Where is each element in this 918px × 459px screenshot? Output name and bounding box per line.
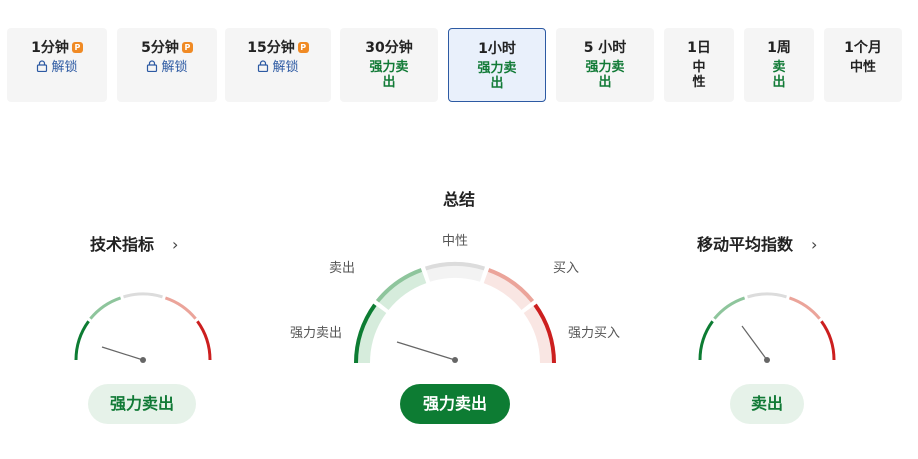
premium-badge-icon: P: [297, 42, 309, 53]
summary-result-badge: 强力卖出: [400, 384, 510, 424]
gauge-label-strong-sell: 强力卖出: [290, 326, 343, 341]
tab-1-month[interactable]: 1个月 中性: [824, 28, 902, 102]
unlock-link[interactable]: 解锁: [161, 60, 187, 75]
gauge-needle: [741, 325, 768, 361]
tab-1-week[interactable]: 1周 卖出: [744, 28, 814, 102]
gauge-segment-strong-buy: [820, 320, 836, 361]
gauge-segment-buy: [788, 296, 821, 320]
tab-status: 卖出: [772, 60, 786, 90]
gauge-segment-neutral: [747, 292, 787, 299]
premium-badge-icon: P: [181, 42, 193, 53]
tab-1-minute[interactable]: 1分钟 P 解锁: [7, 28, 107, 102]
tab-label: 15分钟: [247, 40, 295, 56]
tab-status: 强力卖出: [585, 60, 625, 90]
tab-label: 1周: [767, 40, 791, 56]
tab-30-minutes[interactable]: 30分钟 强力卖出: [340, 28, 438, 102]
tab-label: 30分钟: [365, 40, 413, 56]
lock-icon: [36, 60, 48, 72]
gauge-needle-pivot: [140, 357, 146, 363]
chevron-right-icon: ›: [811, 235, 818, 254]
summary-title: 总结: [442, 190, 475, 209]
tab-label: 1日: [687, 40, 711, 56]
premium-badge-icon: P: [71, 42, 83, 53]
tab-1-hour[interactable]: 1小时 强力卖出: [448, 28, 546, 102]
tab-5-hours[interactable]: 5 小时 强力卖出: [556, 28, 654, 102]
gauge-needle: [396, 341, 456, 361]
lock-icon: [146, 60, 158, 72]
gauge-segment-sell: [713, 296, 746, 320]
technical-indicators-title: 技术指标: [90, 235, 155, 254]
tab-15-minutes[interactable]: 15分钟 P 解锁: [225, 28, 331, 102]
tab-label: 1个月: [844, 40, 882, 56]
technical-result-badge: 强力卖出: [88, 384, 196, 424]
tab-status: 中性: [692, 60, 706, 90]
lock-icon: [257, 60, 269, 72]
gauge-label-neutral: 中性: [441, 234, 468, 249]
tab-label: 1小时: [478, 41, 516, 57]
gauge-segment-neutral: [123, 292, 163, 299]
gauge-needle-pivot: [452, 357, 458, 363]
technical-indicators-link[interactable]: 技术指标 ›: [90, 231, 178, 255]
tab-label: 1分钟: [31, 40, 69, 56]
moving-averages-link[interactable]: 移动平均指数 ›: [697, 231, 817, 255]
tab-label: 5分钟: [141, 40, 179, 56]
tab-label: 5 小时: [583, 40, 627, 56]
tab-status: 强力卖出: [369, 60, 409, 90]
gauge-needle-pivot: [764, 357, 770, 363]
tab-status: 中性: [849, 60, 876, 75]
moving-averages-result-badge: 卖出: [730, 384, 804, 424]
gauge-segment-strong-sell: [698, 320, 714, 361]
gauge-segment-buy: [164, 296, 197, 320]
gauge-segment-sell: [89, 296, 122, 320]
chevron-right-icon: ›: [172, 235, 179, 254]
moving-averages-title: 移动平均指数: [697, 235, 794, 254]
gauge-segment-strong-buy: [196, 320, 212, 361]
unlock-link[interactable]: 解锁: [51, 60, 77, 75]
summary-gauge: [354, 262, 556, 364]
timeframe-tabs: 1分钟 P 解锁 5分钟 P 解锁 15分钟 P 解锁 30分钟 强力卖出 1小时 强…: [7, 28, 912, 102]
gauge-needle: [101, 346, 144, 361]
gauge-label-strong-buy: 强力买入: [568, 326, 621, 341]
gauge-segment-strong-sell: [74, 320, 90, 361]
tab-5-minutes[interactable]: 5分钟 P 解锁: [117, 28, 217, 102]
tab-1-day[interactable]: 1日 中性: [664, 28, 734, 102]
moving-averages-gauge: [698, 292, 836, 363]
technical-gauge: [74, 292, 212, 363]
tab-status: 强力卖出: [477, 61, 517, 91]
unlock-link[interactable]: 解锁: [272, 60, 298, 75]
